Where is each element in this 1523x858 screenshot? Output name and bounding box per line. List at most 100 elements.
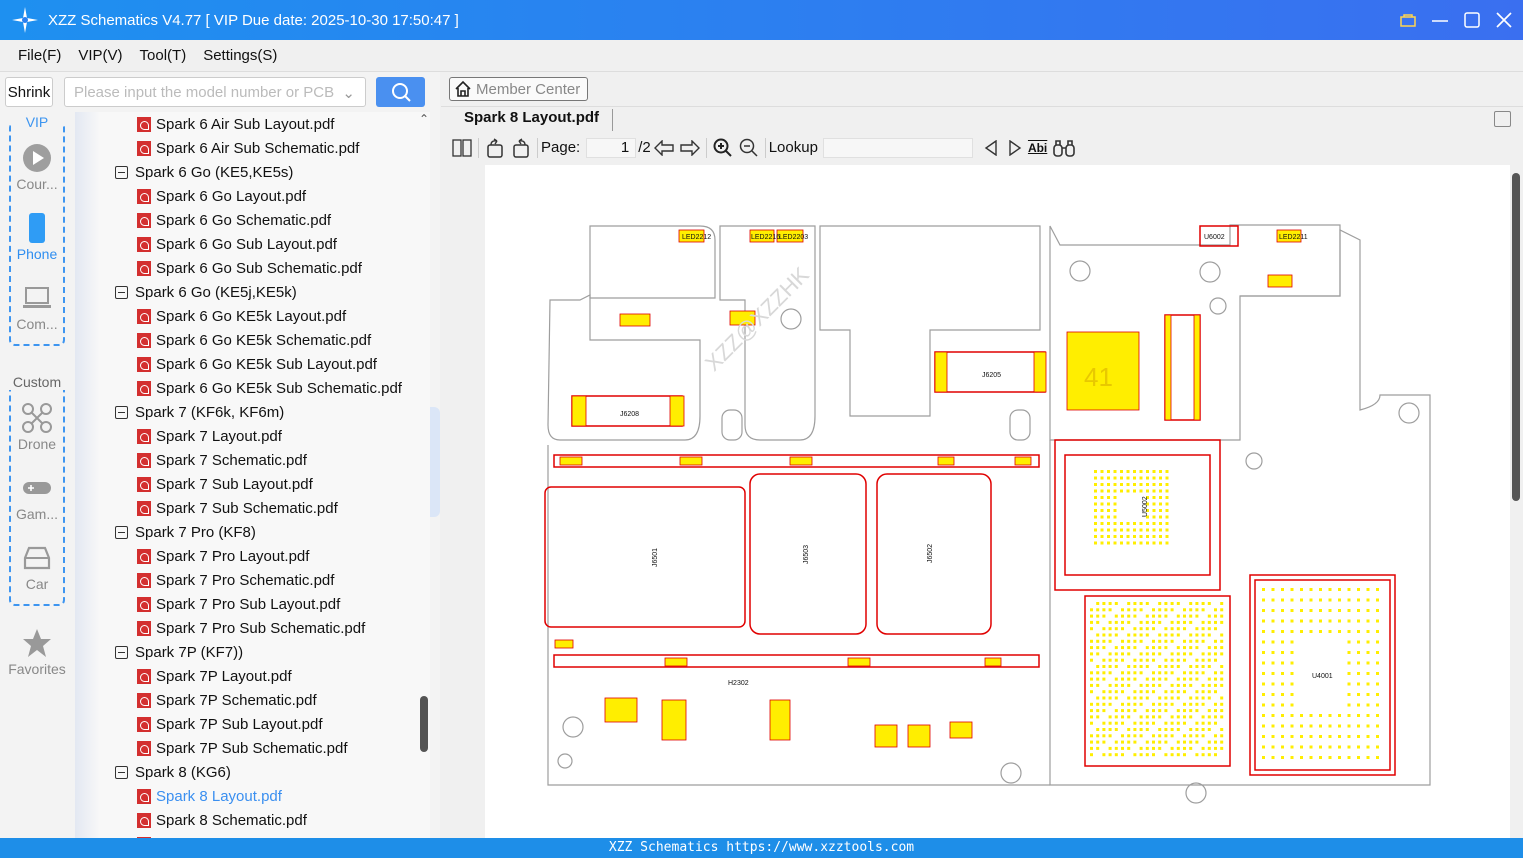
search-input[interactable]: Please input the model number or PCB⌄ <box>64 77 366 107</box>
menu-tool[interactable]: Tool(T) <box>140 47 187 64</box>
bga-pad <box>1107 516 1110 519</box>
tree-file[interactable]: Spark 6 Go Layout.pdf <box>137 184 306 208</box>
tree-group[interactable]: Spark 8 (KG6) <box>115 760 231 784</box>
menu-file[interactable]: File(F) <box>18 47 61 64</box>
bga-pad <box>1208 634 1211 637</box>
tree-file[interactable]: Spark 7 Layout.pdf <box>137 424 282 448</box>
bga-pad <box>1127 640 1130 643</box>
tree-group[interactable]: Spark 7 Pro (KF8) <box>115 520 256 544</box>
menu-settings[interactable]: Settings(S) <box>203 47 277 64</box>
collapse-icon[interactable] <box>115 646 128 659</box>
sidebar-item-favorites[interactable]: Favorites <box>0 627 74 677</box>
sidebar-item-drone[interactable]: Drone <box>0 402 74 452</box>
bga-pad <box>1357 651 1360 654</box>
sidebar-item-car[interactable]: Car <box>0 542 74 592</box>
sidebar-item-computer[interactable]: Com... <box>0 282 74 332</box>
collapse-icon[interactable] <box>115 286 128 299</box>
match-text-button[interactable]: Abi <box>1025 137 1050 159</box>
tree-file[interactable]: Spark 6 Go KE5k Schematic.pdf <box>137 328 371 352</box>
scroll-thumb[interactable] <box>1512 173 1520 501</box>
lock-icon[interactable] <box>1399 11 1417 29</box>
tree-file[interactable]: Spark 7 Pro Schematic.pdf <box>137 568 334 592</box>
bga-pad <box>1319 609 1322 612</box>
search-button[interactable] <box>376 77 425 107</box>
collapse-icon[interactable] <box>115 166 128 179</box>
title-bar: XZZ Schematics V4.77 [ VIP Due date: 202… <box>0 0 1523 40</box>
tree-group[interactable]: Spark 6 Go (KE5,KE5s) <box>115 160 293 184</box>
tree-file[interactable]: Spark 6 Go Schematic.pdf <box>137 208 331 232</box>
bga-pad <box>1115 753 1118 756</box>
bga-pad <box>1153 470 1156 473</box>
collapse-icon[interactable] <box>115 406 128 419</box>
find-previous-icon[interactable] <box>981 137 1001 159</box>
tree-file[interactable]: Spark 7 Sub Layout.pdf <box>137 472 313 496</box>
next-page-icon[interactable] <box>677 137 703 159</box>
tree-item-label: Spark 6 Go KE5k Layout.pdf <box>156 308 346 325</box>
tree-file[interactable]: Spark 7P Sub Layout.pdf <box>137 712 323 736</box>
tree-file[interactable]: Spark 6 Go KE5k Sub Schematic.pdf <box>137 376 402 400</box>
menu-vip[interactable]: VIP(V) <box>78 47 122 64</box>
bga-pad <box>1121 741 1124 744</box>
minimize-button[interactable] <box>1431 11 1449 29</box>
bga-pad <box>1133 477 1136 480</box>
member-center-button[interactable]: Member Center <box>449 77 588 101</box>
tab-spark-8-layout[interactable]: Spark 8 Layout.pdf <box>451 109 613 131</box>
zoom-in-icon[interactable] <box>710 137 736 159</box>
chevron-down-icon[interactable]: ⌄ <box>342 84 355 102</box>
tree-file[interactable]: Spark 6 Go KE5k Sub Layout.pdf <box>137 352 377 376</box>
zoom-out-icon[interactable] <box>736 137 762 159</box>
rotate-left-icon[interactable] <box>482 137 508 159</box>
tree-file[interactable]: Spark 6 Go Sub Layout.pdf <box>137 232 337 256</box>
sidebar-item-phone[interactable]: Phone <box>0 212 74 262</box>
page-input[interactable]: 1 <box>586 138 636 158</box>
file-tree-scrollbar[interactable]: ⌃ <box>418 112 430 838</box>
pane-splitter[interactable] <box>430 407 440 517</box>
tree-file[interactable]: Spark 7P Schematic.pdf <box>137 688 317 712</box>
viewer-scrollbar[interactable] <box>1510 161 1523 838</box>
rotate-right-icon[interactable] <box>508 137 534 159</box>
tree-file[interactable]: Spark 6 Air Sub Schematic.pdf <box>137 136 359 160</box>
tree-file[interactable]: Spark 8 Schematic.pdf <box>137 808 307 832</box>
tree-file[interactable]: Spark 6 Air Sub Layout.pdf <box>137 112 334 136</box>
tree-group[interactable]: Spark 6 Go (KE5j,KE5k) <box>115 280 297 304</box>
tree-group[interactable]: Spark 7 (KF6k, KF6m) <box>115 400 284 424</box>
sidebar-item-game[interactable]: Gam... <box>0 472 74 522</box>
bga-pad <box>1153 503 1156 506</box>
tree-file[interactable]: Spark 7P Layout.pdf <box>137 664 292 688</box>
two-page-view-icon[interactable] <box>449 137 475 159</box>
find-next-icon[interactable] <box>1005 137 1025 159</box>
tree-file[interactable]: Spark 7P Sub Schematic.pdf <box>137 736 348 760</box>
tree-file[interactable]: Spark 7 Pro Layout.pdf <box>137 544 309 568</box>
pcb-canvas[interactable]: LED2212 LED2216 LED2203 LED2211 U6002 J6… <box>485 165 1510 838</box>
bga-pad <box>1120 490 1123 493</box>
collapse-icon[interactable] <box>115 526 128 539</box>
previous-page-icon[interactable] <box>651 137 677 159</box>
close-button[interactable] <box>1495 11 1513 29</box>
sidebar-label: Drone <box>18 436 56 452</box>
scroll-thumb[interactable] <box>420 696 428 752</box>
bga-pad <box>1127 665 1130 668</box>
bga-pad <box>1153 483 1156 486</box>
shrink-button[interactable]: Shrink <box>5 77 53 107</box>
pdf-icon <box>137 429 151 444</box>
bga-pad <box>1153 522 1156 525</box>
tree-file[interactable]: Spark 7 Schematic.pdf <box>137 448 307 472</box>
tree-file[interactable]: Spark 7 Pro Sub Schematic.pdf <box>137 616 365 640</box>
sidebar-item-courses[interactable]: Cour... <box>0 142 74 192</box>
scroll-up-icon[interactable]: ⌃ <box>419 112 429 126</box>
close-tab-icon[interactable] <box>1494 111 1511 127</box>
bga-pad <box>1208 684 1211 687</box>
bga-pad <box>1310 746 1313 749</box>
collapse-icon[interactable] <box>115 766 128 779</box>
tree-group[interactable]: Spark 7P (KF7)) <box>115 640 243 664</box>
tree-file[interactable]: Spark 6 Go KE5k Layout.pdf <box>137 304 346 328</box>
tree-file[interactable]: Spark 8 Layout.pdf <box>137 784 282 808</box>
tree-file[interactable]: Spark 6 Go Sub Schematic.pdf <box>137 256 362 280</box>
pcb-label: H2302 <box>728 680 749 687</box>
lookup-input[interactable] <box>823 138 973 158</box>
bga-pad <box>1281 683 1284 686</box>
tree-file[interactable]: Spark 7 Pro Sub Layout.pdf <box>137 592 340 616</box>
maximize-button[interactable] <box>1463 11 1481 29</box>
tree-file[interactable]: Spark 7 Sub Schematic.pdf <box>137 496 338 520</box>
binoculars-icon[interactable] <box>1050 137 1078 159</box>
